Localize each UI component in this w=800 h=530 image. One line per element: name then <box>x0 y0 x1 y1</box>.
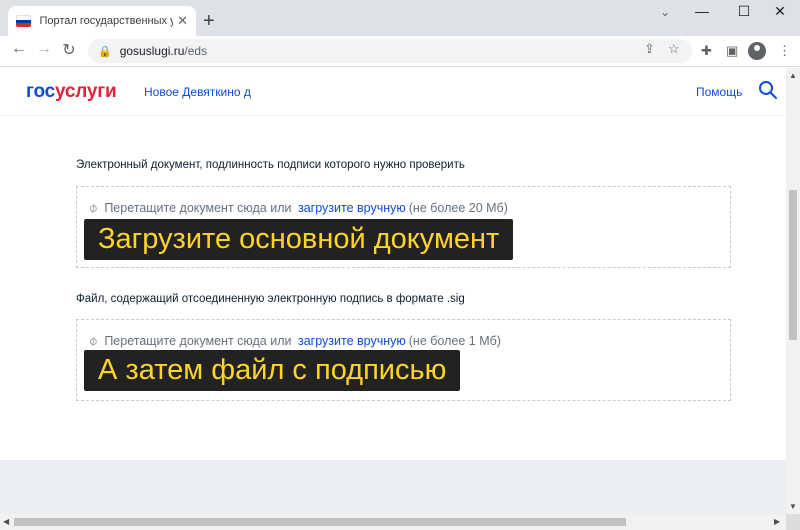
drop-hint: Перетащите документ сюда или <box>104 201 292 215</box>
gosuslugi-logo[interactable]: госуслуги <box>26 81 117 103</box>
tab-title: Портал государственных услуг Р <box>39 15 174 27</box>
horizontal-scrollbar[interactable]: ◀ ▶ <box>0 514 786 530</box>
address-bar[interactable]: 🔒 gosuslugi.ru/eds <box>88 39 692 63</box>
upload-manually-link[interactable]: загрузите вручную <box>298 201 406 215</box>
scroll-down-arrow-icon[interactable]: ▼ <box>789 502 797 511</box>
lock-icon[interactable]: 🔒 <box>98 45 112 58</box>
url-host: gosuslugi.ru <box>119 44 185 58</box>
page-viewport: госуслуги Новое Девяткино д Помощь Элект… <box>0 68 786 514</box>
page-footer <box>0 460 786 514</box>
logo-part-uslugi: услуги <box>55 81 117 102</box>
new-tab-button[interactable]: + <box>203 11 215 31</box>
scroll-up-arrow-icon[interactable]: ▲ <box>789 71 797 80</box>
close-window-button[interactable]: ✕ <box>768 3 792 20</box>
signature-file-title: Файл, содержащий отсоединенную электронн… <box>76 293 465 305</box>
tab-strip: Портал государственных услуг Р ✕ + ⌄ — ☐… <box>0 0 800 36</box>
reload-button[interactable]: ↻ <box>58 40 80 60</box>
back-button[interactable]: ← <box>8 40 30 58</box>
browser-menu-icon[interactable]: ⋮ <box>778 43 791 59</box>
minimize-button[interactable]: — <box>690 3 714 19</box>
upload-manually-link[interactable]: загрузите вручную <box>298 334 406 348</box>
instruction-overlay-first: Загрузите основной документ <box>84 219 514 260</box>
profile-avatar-icon[interactable] <box>748 42 766 60</box>
extensions-icon[interactable]: ✚ <box>701 43 712 59</box>
bookmark-star-icon[interactable]: ☆ <box>668 41 680 57</box>
scrollbar-corner <box>786 514 800 530</box>
size-limit: (не более 1 Мб) <box>408 334 501 348</box>
vertical-scroll-thumb[interactable] <box>789 190 797 340</box>
paperclip-icon: ⌀ <box>85 332 101 349</box>
url-text: gosuslugi.ru/eds <box>120 44 207 58</box>
side-panel-icon[interactable]: ▣ <box>726 43 738 59</box>
browser-tab[interactable]: Портал государственных услуг Р ✕ <box>8 6 196 36</box>
instruction-overlay-second: А затем файл с подписью <box>84 350 461 391</box>
paperclip-icon: ⌀ <box>85 199 101 216</box>
main-document-title: Электронный документ, подлинность подпис… <box>76 159 465 171</box>
scroll-right-arrow-icon[interactable]: ▶ <box>774 517 780 526</box>
dropzone-text: ⌀ Перетащите документ сюда или загрузите… <box>85 332 501 349</box>
drop-hint: Перетащите документ сюда или <box>104 334 292 348</box>
dropzone-text: ⌀ Перетащите документ сюда или загрузите… <box>85 199 508 216</box>
maximize-button[interactable]: ☐ <box>732 3 756 20</box>
region-selector[interactable]: Новое Девяткино д <box>144 85 251 99</box>
main-content: Электронный документ, подлинность подпис… <box>0 115 786 460</box>
vertical-scrollbar[interactable]: ▲ ▼ <box>786 68 800 514</box>
logo-part-gos: гос <box>26 81 55 102</box>
help-link[interactable]: Помощь <box>696 85 742 99</box>
site-header: госуслуги Новое Девяткино д Помощь <box>0 68 786 115</box>
browser-toolbar: ← → ↻ 🔒 gosuslugi.ru/eds ⇪ ☆ ✚ ▣ ⋮ <box>0 36 800 67</box>
horizontal-scroll-thumb[interactable] <box>14 518 626 526</box>
russian-flag-favicon-icon <box>16 15 32 27</box>
url-path: /eds <box>184 44 208 58</box>
size-limit: (не более 20 Мб) <box>408 201 508 215</box>
search-icon[interactable] <box>758 80 778 100</box>
tab-close-icon[interactable]: ✕ <box>177 13 188 29</box>
tab-search-icon[interactable]: ⌄ <box>660 5 670 19</box>
scroll-left-arrow-icon[interactable]: ◀ <box>3 517 9 526</box>
forward-button[interactable]: → <box>33 40 55 58</box>
share-icon[interactable]: ⇪ <box>644 41 655 57</box>
